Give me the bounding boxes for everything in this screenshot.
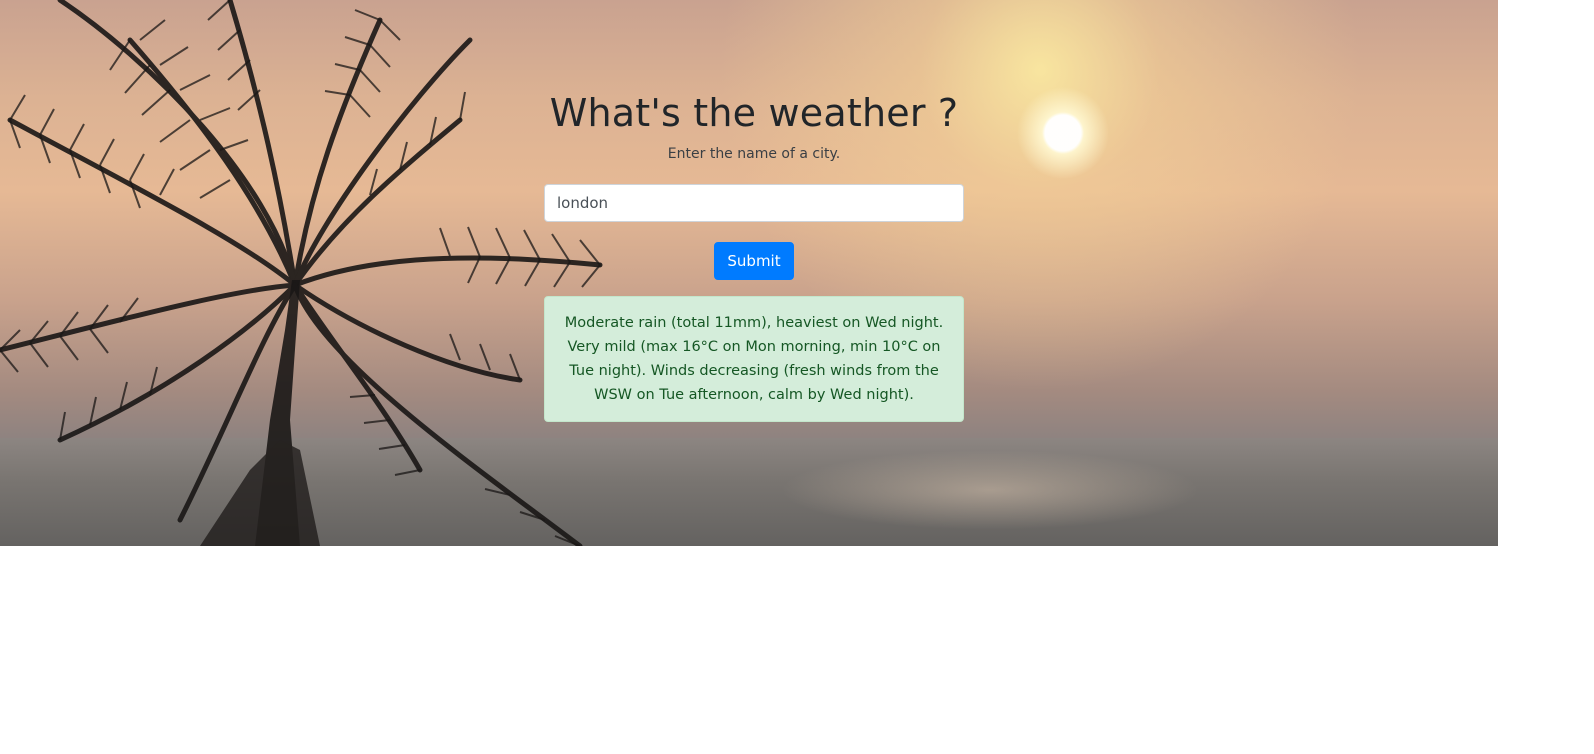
city-input[interactable] (544, 184, 964, 222)
sea-glint (780, 450, 1200, 530)
weather-result-alert: Moderate rain (total 11mm), heaviest on … (544, 296, 964, 422)
weather-form-container: What's the weather ? Enter the name of a… (544, 86, 964, 422)
background-image: What's the weather ? Enter the name of a… (0, 0, 1498, 546)
page-title: What's the weather ? (549, 91, 959, 135)
submit-button[interactable]: Submit (714, 242, 794, 280)
page-subtitle: Enter the name of a city. (667, 146, 841, 162)
